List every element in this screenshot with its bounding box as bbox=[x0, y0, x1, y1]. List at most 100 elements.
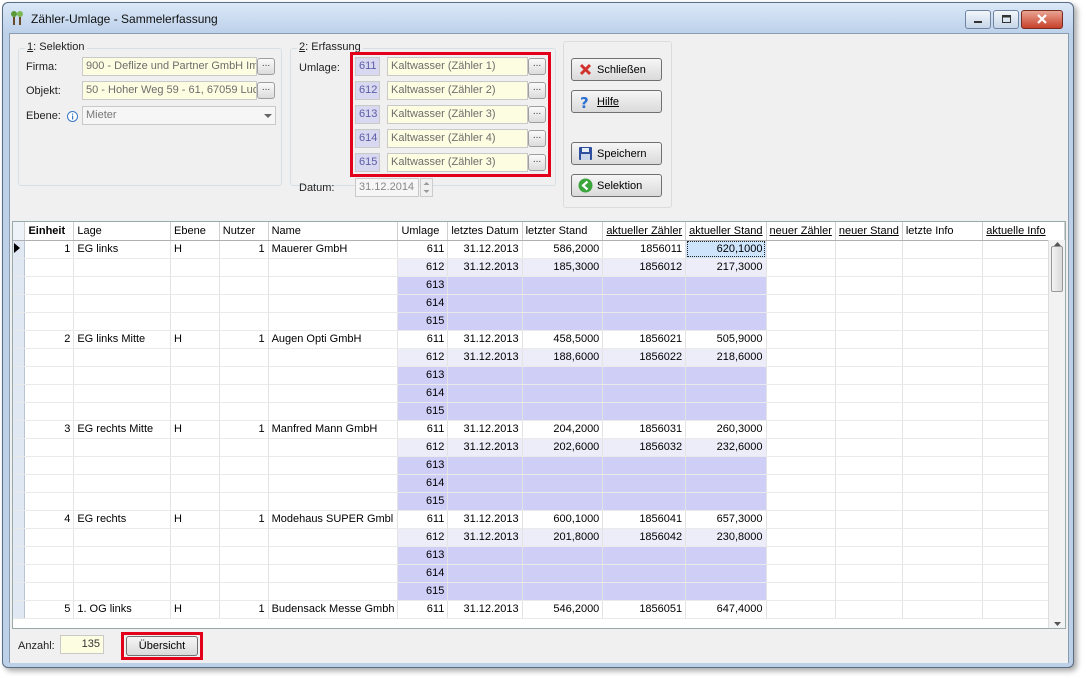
col-header-lage[interactable]: Lage bbox=[73, 222, 172, 241]
cell-neuer-stand[interactable] bbox=[835, 258, 903, 277]
cell-aktueller-zaehler[interactable] bbox=[602, 456, 687, 475]
cell-letzter-stand[interactable]: 600,1000 bbox=[522, 510, 604, 529]
cell-umlage[interactable]: 611 bbox=[397, 420, 449, 439]
cell-letztes-datum[interactable]: 31.12.2013 bbox=[447, 528, 523, 547]
cell-umlage[interactable]: 611 bbox=[397, 600, 449, 619]
cell-letztes-datum[interactable]: 31.12.2013 bbox=[447, 438, 523, 457]
cell-neuer-zaehler[interactable] bbox=[766, 330, 836, 349]
table-row[interactable]: 1 EG links H 1 Mauerer GmbH 611 31.12.2013 586,… bbox=[13, 240, 1065, 259]
cell-einheit[interactable] bbox=[24, 294, 75, 313]
cell-letzter-stand[interactable] bbox=[522, 312, 604, 331]
row-indicator[interactable] bbox=[13, 402, 26, 421]
cell-letztes-datum[interactable] bbox=[447, 402, 523, 421]
table-row[interactable]: 612 31.12.2013 185,3000 1856012 217,3000 bbox=[13, 258, 1065, 277]
cell-aktueller-stand[interactable] bbox=[685, 366, 767, 385]
cell-aktueller-zaehler[interactable]: 1856042 bbox=[602, 528, 687, 547]
cell-umlage[interactable]: 614 bbox=[397, 294, 449, 313]
row-indicator[interactable] bbox=[13, 258, 26, 277]
cell-einheit[interactable] bbox=[24, 564, 75, 583]
cell-lage[interactable] bbox=[73, 492, 172, 511]
cell-neuer-zaehler[interactable] bbox=[766, 438, 836, 457]
cell-neuer-stand[interactable] bbox=[835, 420, 903, 439]
objekt-browse-button[interactable]: ... bbox=[257, 82, 275, 99]
cell-letzte-info[interactable] bbox=[902, 582, 984, 601]
cell-ebene[interactable] bbox=[170, 582, 220, 601]
row-indicator[interactable] bbox=[13, 564, 26, 583]
row-indicator[interactable] bbox=[13, 348, 26, 367]
cell-neuer-zaehler[interactable] bbox=[766, 312, 836, 331]
cell-name[interactable] bbox=[268, 294, 399, 313]
table-row[interactable]: 615 bbox=[13, 582, 1065, 601]
cell-aktueller-stand[interactable] bbox=[685, 474, 767, 493]
cell-letzte-info[interactable] bbox=[902, 402, 984, 421]
data-grid[interactable]: Einheit Lage Ebene Nutzer Name Umlage le… bbox=[12, 221, 1066, 629]
cell-einheit[interactable] bbox=[24, 276, 75, 295]
cell-aktueller-stand[interactable]: 232,6000 bbox=[685, 438, 767, 457]
cell-letztes-datum[interactable] bbox=[447, 474, 523, 493]
cell-umlage[interactable]: 611 bbox=[397, 240, 449, 259]
cell-ebene[interactable] bbox=[170, 294, 220, 313]
cell-lage[interactable]: EG rechts bbox=[73, 510, 172, 529]
cell-neuer-zaehler[interactable] bbox=[766, 546, 836, 565]
info-icon[interactable] bbox=[67, 111, 78, 122]
cell-ebene[interactable] bbox=[170, 438, 220, 457]
cell-letzte-info[interactable] bbox=[902, 258, 984, 277]
cell-lage[interactable]: 1. OG links bbox=[73, 600, 172, 619]
row-indicator[interactable] bbox=[13, 546, 26, 565]
cell-ebene[interactable] bbox=[170, 564, 220, 583]
cell-lage[interactable] bbox=[73, 384, 172, 403]
cell-umlage[interactable]: 615 bbox=[397, 492, 449, 511]
cell-name[interactable] bbox=[268, 546, 399, 565]
cell-einheit[interactable] bbox=[24, 348, 75, 367]
cell-neuer-zaehler[interactable] bbox=[766, 456, 836, 475]
col-header-nutzer[interactable]: Nutzer bbox=[219, 222, 269, 241]
col-header-aktueller-stand[interactable]: aktueller Stand bbox=[685, 222, 767, 241]
cell-letztes-datum[interactable] bbox=[447, 456, 523, 475]
cell-aktueller-zaehler[interactable] bbox=[602, 402, 687, 421]
cell-name[interactable] bbox=[268, 528, 399, 547]
cell-umlage[interactable]: 612 bbox=[397, 348, 449, 367]
cell-neuer-stand[interactable] bbox=[835, 384, 903, 403]
col-header-letzter-stand[interactable]: letzter Stand bbox=[522, 222, 604, 241]
cell-letztes-datum[interactable] bbox=[447, 546, 523, 565]
cell-aktueller-stand[interactable] bbox=[685, 294, 767, 313]
cell-letzter-stand[interactable] bbox=[522, 546, 604, 565]
table-row[interactable]: 613 bbox=[13, 366, 1065, 385]
cell-aktueller-stand[interactable]: 217,3000 bbox=[685, 258, 767, 277]
cell-name[interactable]: Budensack Messe Gmbh bbox=[268, 600, 399, 619]
cell-lage[interactable]: EG links Mitte bbox=[73, 330, 172, 349]
cell-einheit[interactable]: 4 bbox=[24, 510, 75, 529]
row-indicator[interactable] bbox=[13, 600, 26, 619]
cell-letztes-datum[interactable]: 31.12.2013 bbox=[447, 510, 523, 529]
cell-neuer-stand[interactable] bbox=[835, 240, 903, 259]
row-indicator[interactable] bbox=[13, 366, 26, 385]
col-header-umlage[interactable]: Umlage bbox=[397, 222, 449, 241]
cell-name[interactable] bbox=[268, 402, 399, 421]
cell-name[interactable] bbox=[268, 384, 399, 403]
cell-umlage[interactable]: 612 bbox=[397, 258, 449, 277]
cell-aktueller-stand[interactable] bbox=[685, 276, 767, 295]
cell-aktueller-stand[interactable] bbox=[685, 492, 767, 511]
row-indicator[interactable] bbox=[13, 330, 26, 349]
cell-neuer-zaehler[interactable] bbox=[766, 402, 836, 421]
cell-letzter-stand[interactable] bbox=[522, 294, 604, 313]
cell-letzter-stand[interactable]: 188,6000 bbox=[522, 348, 604, 367]
cell-neuer-zaehler[interactable] bbox=[766, 276, 836, 295]
cell-nutzer[interactable] bbox=[219, 276, 269, 295]
cell-letzter-stand[interactable]: 458,5000 bbox=[522, 330, 604, 349]
speichern-button[interactable]: Speichern bbox=[571, 142, 662, 165]
cell-umlage[interactable]: 613 bbox=[397, 546, 449, 565]
cell-letzter-stand[interactable]: 202,6000 bbox=[522, 438, 604, 457]
maximize-button[interactable] bbox=[993, 10, 1019, 29]
cell-name[interactable] bbox=[268, 456, 399, 475]
cell-neuer-stand[interactable] bbox=[835, 312, 903, 331]
cell-aktueller-stand[interactable]: 647,4000 bbox=[685, 600, 767, 619]
cell-neuer-zaehler[interactable] bbox=[766, 528, 836, 547]
cell-ebene[interactable] bbox=[170, 258, 220, 277]
cell-einheit[interactable] bbox=[24, 366, 75, 385]
cell-umlage[interactable]: 613 bbox=[397, 366, 449, 385]
cell-neuer-stand[interactable] bbox=[835, 564, 903, 583]
cell-umlage[interactable]: 614 bbox=[397, 384, 449, 403]
cell-letzte-info[interactable] bbox=[902, 276, 984, 295]
cell-letzte-info[interactable] bbox=[902, 420, 984, 439]
